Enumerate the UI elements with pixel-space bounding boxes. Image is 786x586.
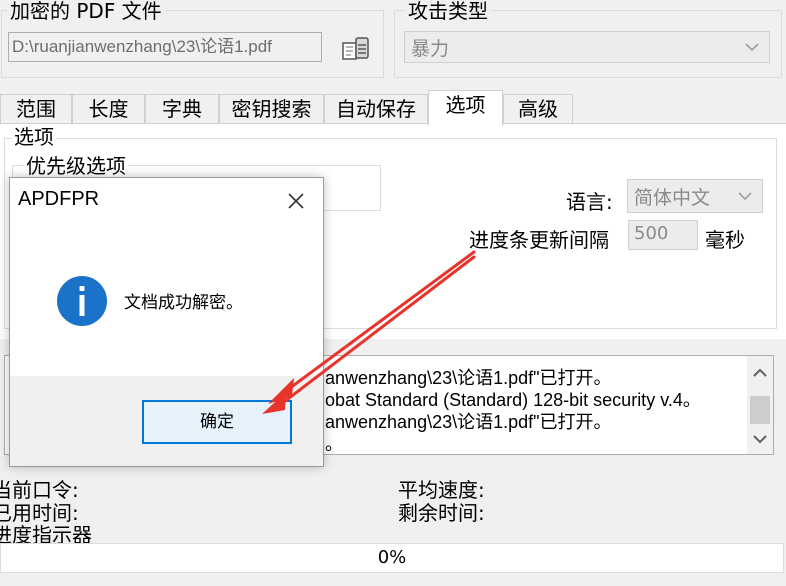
options-group-title: 选项: [12, 125, 56, 149]
tab-range[interactable]: 范围: [0, 94, 72, 124]
log-line: anwenzhang\23\论语1.pdf"已打开。: [325, 412, 612, 432]
scrollbar-thumb[interactable]: [750, 396, 770, 424]
encrypted-file-group-title: 加密的 PDF 文件: [8, 0, 164, 23]
open-file-button[interactable]: [338, 32, 374, 64]
tab-dictionary[interactable]: 字典: [145, 94, 219, 124]
progress-interval-input[interactable]: 500: [628, 220, 698, 250]
language-value: 简体中文: [634, 187, 711, 209]
file-path-field[interactable]: D:\ruanjianwenzhang\23\论语1.pdf: [8, 32, 322, 62]
progress-interval-label: 进度条更新间隔: [469, 228, 609, 252]
tab-options[interactable]: 选项: [428, 90, 503, 126]
tab-auto-save[interactable]: 自动保存: [324, 94, 428, 124]
tab-advanced[interactable]: 高级: [503, 94, 573, 124]
dialog-message: 文档成功解密。: [124, 293, 243, 313]
priority-group-title: 优先级选项: [24, 154, 128, 178]
remaining-time-label: 剩余时间:: [398, 501, 485, 525]
scroll-up-icon[interactable]: [747, 360, 773, 386]
ok-button[interactable]: 确定: [142, 400, 292, 444]
chevron-down-icon: [745, 43, 759, 52]
language-label: 语言:: [566, 190, 613, 214]
progress-percent: 0%: [377, 547, 407, 568]
open-file-icon: [342, 37, 369, 60]
progress-interval-unit: 毫秒: [705, 228, 745, 252]
info-icon: [57, 276, 107, 326]
scroll-down-icon[interactable]: [747, 426, 773, 452]
chevron-down-icon: [738, 192, 752, 201]
attack-type-select[interactable]: 暴力: [404, 31, 770, 63]
close-icon[interactable]: [285, 190, 307, 212]
tab-key-search[interactable]: 密钥搜索: [219, 94, 324, 124]
attack-type-value: 暴力: [411, 38, 450, 60]
language-select[interactable]: 简体中文: [627, 179, 763, 213]
log-line: 。: [325, 434, 343, 454]
log-scrollbar[interactable]: [747, 356, 773, 454]
progress-bar: 0%: [0, 543, 784, 573]
dialog-title: APDFPR: [18, 188, 100, 210]
tab-length[interactable]: 长度: [72, 94, 145, 124]
tab-bar: 范围 长度 字典 密钥搜索 自动保存 选项 高级: [0, 90, 786, 126]
attack-type-group-title: 攻击类型: [406, 0, 490, 23]
message-dialog: APDFPR 文档成功解密。 确定: [9, 177, 324, 467]
